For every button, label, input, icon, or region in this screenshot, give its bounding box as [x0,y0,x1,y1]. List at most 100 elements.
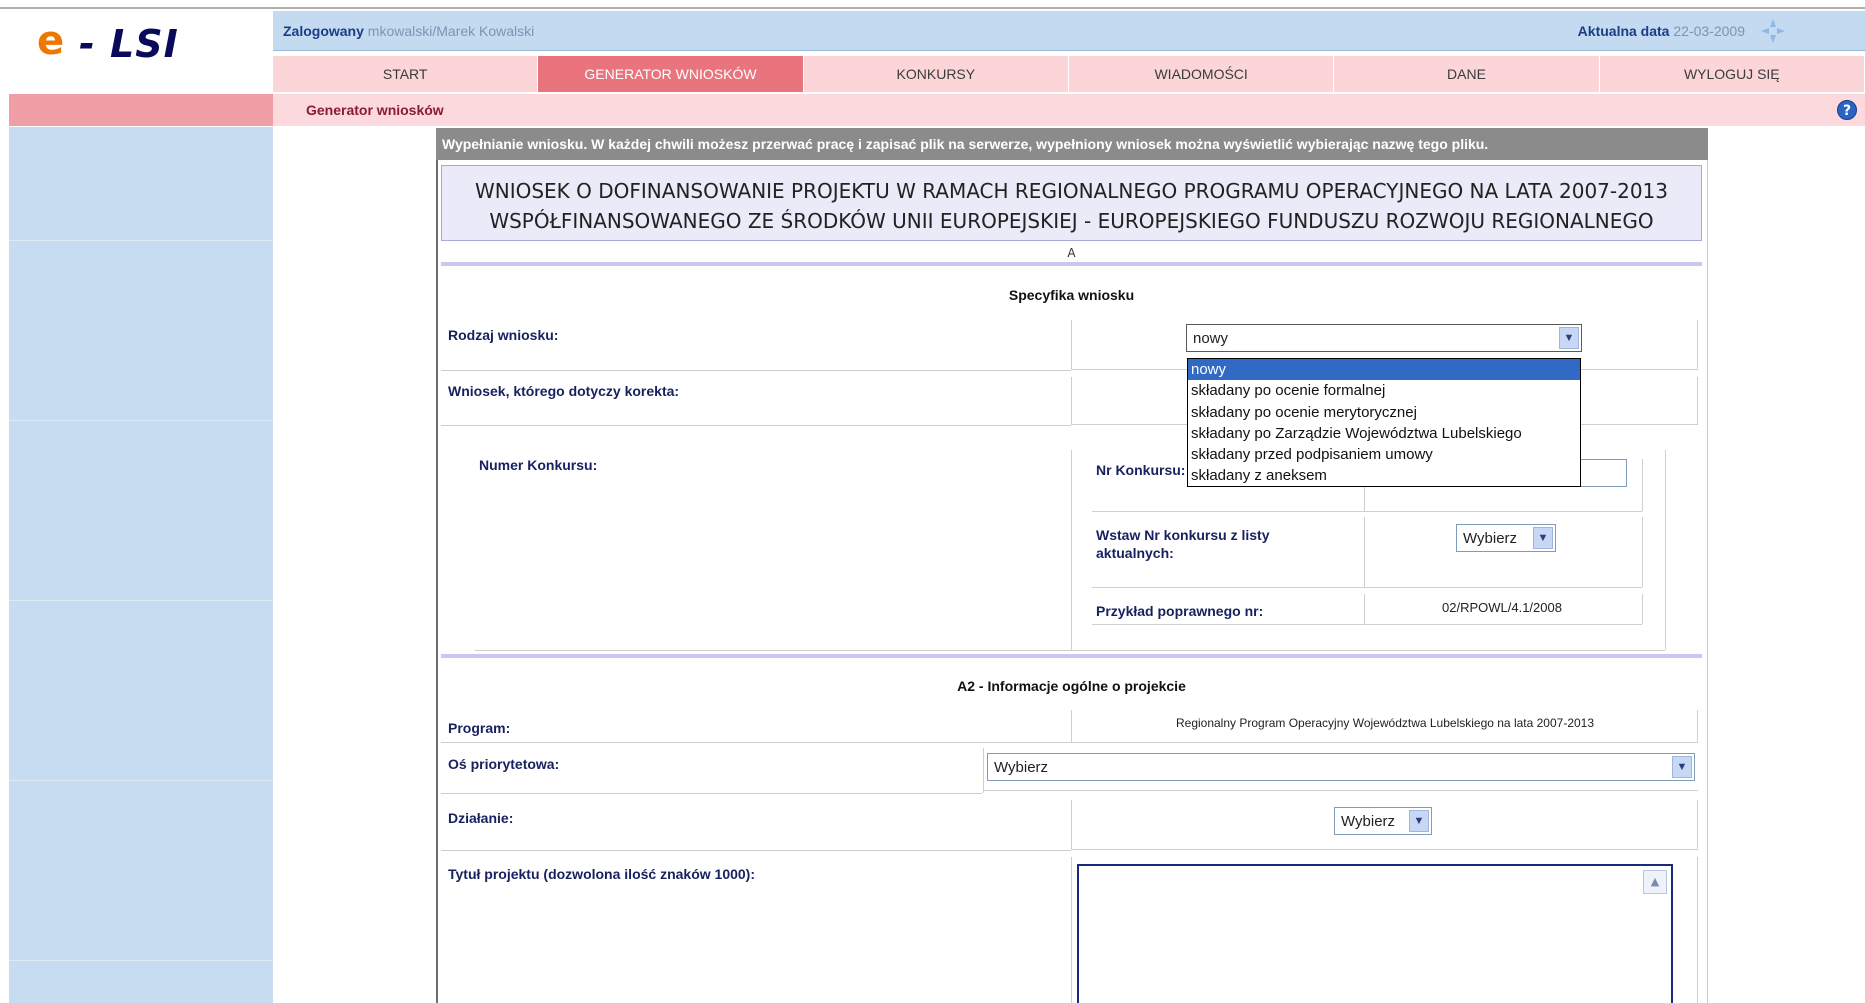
wstaw-nr-value: Wybierz [1463,530,1518,547]
nav-dane[interactable]: DANE [1334,56,1600,92]
os-priorytetowa-value: Wybierz [994,759,1049,776]
dzialanie-label: Działanie: [448,810,514,826]
przyklad-value: 02/RPOWL/4.1/2008 [1442,600,1562,615]
cell-divider [1697,857,1698,1003]
chevron-down-icon[interactable]: ▼ [1672,756,1692,778]
row-divider [475,650,1665,651]
dropdown-option[interactable]: nowy [1188,359,1580,381]
rodzaj-wniosku-label: Rodzaj wniosku: [448,327,559,343]
dropdown-option[interactable]: składany przed podpisaniem umowy [1188,444,1580,465]
logo-e: e [37,18,65,64]
cell-divider [1697,320,1698,370]
cell-divider [1642,459,1643,511]
user-bar: Zalogowany mkowalski/Marek Kowalski Aktu… [273,11,1865,51]
row-divider [441,742,1698,743]
tytul-projektu-textarea[interactable]: ▲ [1077,864,1673,1003]
cell-divider [1071,377,1072,425]
logo: e - LSI [9,11,273,91]
section-divider [441,262,1702,266]
section-title-a2: A2 - Informacje ogólne o projekcie [957,678,1186,694]
chevron-down-icon[interactable]: ▼ [1559,327,1579,349]
dropdown-option[interactable]: składany po ocenie merytorycznej [1188,402,1580,423]
nav-konkursy[interactable]: KONKURSY [804,56,1069,92]
cell-divider [1642,517,1643,587]
info-bar: Wypełnianie wniosku. W każdej chwili moż… [436,128,1708,160]
cell-divider [1665,450,1666,650]
sidebar-divider [9,240,273,241]
dzialanie-select[interactable]: Wybierz ▼ [1334,807,1432,835]
sidebar-divider [9,420,273,421]
nav-wyloguj[interactable]: WYLOGUJ SIĘ [1600,56,1865,92]
section-divider [441,654,1702,658]
nav-generator-wnioskow[interactable]: GENERATOR WNIOSKÓW [538,56,804,92]
numer-konkursu-label: Numer Konkursu: [479,457,598,473]
row-divider [984,790,1698,791]
rodzaj-wniosku-dropdown: nowy składany po ocenie formalnej składa… [1187,358,1581,487]
nr-konkursu-label: Nr Konkursu: [1096,462,1186,478]
form-title-line1: WNIOSEK O DOFINANSOWANIE PROJEKTU W RAMA… [474,179,1669,203]
logged-user: mkowalski/Marek Kowalski [367,23,535,39]
chevron-down-icon[interactable]: ▼ [1533,527,1553,549]
cell-divider [1071,857,1072,1003]
chevron-down-icon[interactable]: ▼ [1409,810,1429,832]
dropdown-option[interactable]: składany po Zarządzie Województwa Lubels… [1188,423,1580,444]
row-divider [1092,624,1642,625]
row-divider [441,850,1071,851]
sidebar-divider [9,960,273,961]
cell-divider [983,748,984,793]
rodzaj-wniosku-select[interactable]: nowy ▼ [1186,324,1582,352]
window-top-border [0,0,1865,9]
cell-divider [1642,594,1643,624]
wstaw-nr-select[interactable]: Wybierz ▼ [1456,524,1556,552]
logged-label: Zalogowany [283,23,364,39]
cell-divider [1697,800,1698,850]
compass-icon[interactable] [1759,17,1787,45]
sidebar-divider [9,780,273,781]
dropdown-option[interactable]: składany z aneksem [1188,465,1580,486]
cell-divider [1071,800,1072,850]
nav-wiadomosci[interactable]: WIADOMOŚCI [1069,56,1335,92]
date-label: Aktualna data [1577,23,1670,39]
row-divider [1092,511,1642,512]
breadcrumb: Generator wniosków ? [273,94,1865,126]
program-value: Regionalny Program Operacyjny Województw… [1175,716,1595,730]
korekta-label: Wniosek, którego dotyczy korekta: [448,383,680,399]
sidebar [9,127,273,1003]
os-priorytetowa-select[interactable]: Wybierz ▼ [987,753,1695,781]
sidebar-divider [9,600,273,601]
section-title-specyfika: Specyfika wniosku [1008,287,1135,303]
cell-divider [1364,594,1365,624]
wstaw-nr-label: Wstaw Nr konkursu z listy aktualnych: [1096,527,1270,561]
current-date: Aktualna data 22-03-2009 [1578,23,1745,39]
nav-start[interactable]: START [273,56,539,92]
os-priorytetowa-label: Oś priorytetowa: [448,756,560,772]
row-divider [1072,849,1698,850]
cell-divider [1071,710,1072,742]
form-title: WNIOSEK O DOFINANSOWANIE PROJEKTU W RAMA… [441,165,1702,241]
cell-divider [1071,320,1072,370]
dzialanie-value: Wybierz [1341,813,1396,830]
cell-divider [1697,377,1698,425]
dropdown-option[interactable]: składany po ocenie formalnej [1188,380,1580,401]
cell-divider [1071,450,1072,650]
breadcrumb-left-band [9,94,273,126]
tytul-projektu-label: Tytuł projektu (dozwolona ilość znaków 1… [448,866,756,882]
form-title-line2: WSPÓŁFINANSOWANEGO ZE ŚRODKÓW UNII EUROP… [489,209,1654,233]
row-divider [1092,587,1642,588]
program-label: Program: [448,720,511,736]
row-divider [441,425,1071,426]
cell-divider [1364,517,1365,587]
przyklad-label: Przykład poprawnego nr: [1096,603,1264,619]
breadcrumb-label: Generator wniosków [306,102,444,118]
main-nav: START GENERATOR WNIOSKÓW KONKURSY WIADOM… [273,56,1865,92]
row-divider [441,793,982,794]
row-divider [441,370,1071,371]
scroll-up-icon[interactable]: ▲ [1643,870,1667,894]
rodzaj-wniosku-value: nowy [1193,330,1229,347]
cell-divider [1697,710,1698,742]
logged-in-info: Zalogowany mkowalski/Marek Kowalski [283,23,534,39]
logo-text: - LSI [79,22,179,66]
date-value: 22-03-2009 [1673,23,1745,39]
help-icon[interactable]: ? [1837,100,1857,120]
section-letter: A [1067,246,1076,260]
